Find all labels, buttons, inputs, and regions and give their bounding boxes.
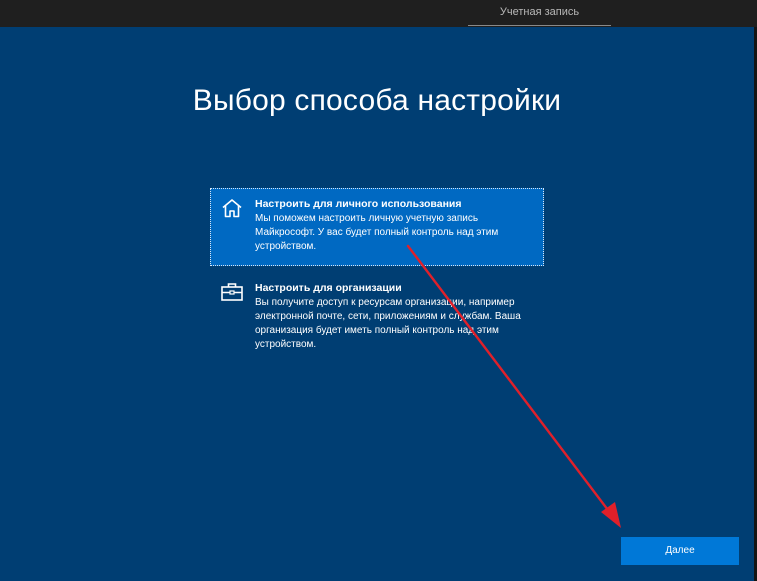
top-bar: Учетная запись bbox=[0, 0, 757, 26]
tab-account: Учетная запись bbox=[468, 0, 611, 26]
option-personal-title: Настроить для личного использования bbox=[255, 198, 462, 210]
briefcase-icon bbox=[221, 283, 243, 301]
option-organization-description: Вы получите доступ к ресурсам организаци… bbox=[255, 297, 521, 350]
option-organization[interactable]: Настроить для организации Вы получите до… bbox=[210, 272, 544, 354]
option-personal-use[interactable]: Настроить для личного использования Мы п… bbox=[210, 188, 544, 266]
home-icon bbox=[222, 199, 242, 218]
page-title: Выбор способа настройки bbox=[192, 84, 562, 117]
next-button[interactable]: Далее bbox=[621, 537, 739, 565]
option-organization-title: Настроить для организации bbox=[255, 282, 402, 294]
option-personal-description: Мы поможем настроить личную учетную запи… bbox=[255, 213, 499, 252]
